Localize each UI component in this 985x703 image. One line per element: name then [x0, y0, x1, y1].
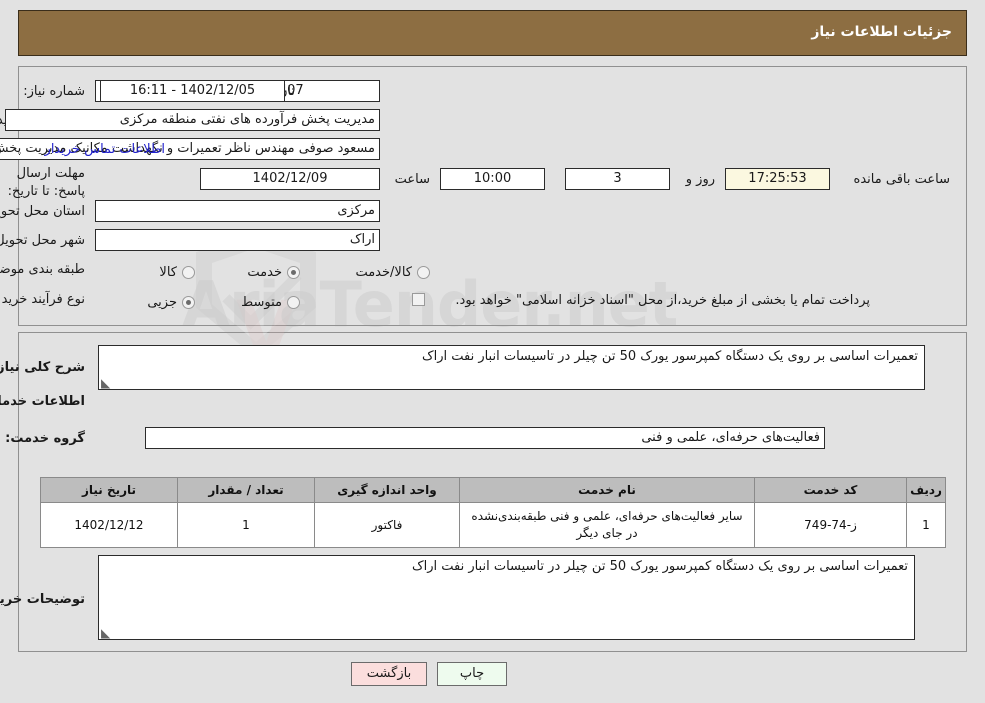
province-label: استان محل تحویل:: [0, 204, 85, 219]
treasury-bond-checkbox[interactable]: [412, 293, 425, 306]
buyer-contact-link[interactable]: اطلاعات تماس خریدار: [45, 142, 165, 157]
category-radio-goods-service[interactable]: کالا/خدمت: [355, 262, 430, 281]
service-group-field[interactable]: فعالیت‌های حرفه‌ای، علمی و فنی: [145, 427, 825, 449]
remaining-days-field[interactable]: 3: [565, 168, 670, 190]
city-field[interactable]: اراک: [95, 229, 380, 251]
category-radio-service[interactable]: خدمت: [247, 262, 300, 281]
col-code: کد خدمت: [754, 477, 907, 503]
table-header-row: ردیف کد خدمت نام خدمت واحد اندازه گیری ت…: [40, 477, 946, 503]
resize-grip-icon[interactable]: ◢: [101, 376, 113, 389]
cell-qty: 1: [177, 502, 315, 548]
services-section-title: اطلاعات خدمات مورد نیاز: [0, 394, 85, 409]
col-name: نام خدمت: [459, 477, 755, 503]
hour-field[interactable]: 10:00: [440, 168, 545, 190]
col-need-date: تاریخ نیاز: [40, 477, 178, 503]
cell-need-date: 1402/12/12: [40, 502, 178, 548]
table-row: 1 ز-74-749 سایر فعالیت‌های حرفه‌ای، علمی…: [40, 502, 946, 548]
cell-name: سایر فعالیت‌های حرفه‌ای، علمی و فنی طبقه…: [459, 502, 755, 548]
cell-unit: فاکتور: [314, 502, 460, 548]
purchase-type-label: نوع فرآیند خرید :: [0, 292, 85, 307]
general-description-textarea[interactable]: تعمیرات اساسی بر روی یک دستگاه کمپرسور ی…: [98, 345, 925, 390]
purchase-radio-medium-label: متوسط: [241, 295, 282, 310]
page-title: جزئیات اطلاعات نیاز: [811, 24, 952, 40]
general-description-text: تعمیرات اساسی بر روی یک دستگاه کمپرسور ی…: [421, 349, 918, 364]
general-description-label: شرح کلی نیاز:: [0, 360, 85, 375]
category-radio-goods-service-label: کالا/خدمت: [355, 265, 412, 280]
category-radio-goods[interactable]: کالا: [159, 262, 195, 281]
buyer-notes-text: تعمیرات اساسی بر روی یک دستگاه کمپرسور ی…: [411, 559, 908, 574]
category-label: طبقه بندی موضوعی:: [0, 262, 85, 277]
buyer-notes-textarea[interactable]: تعمیرات اساسی بر روی یک دستگاه کمپرسور ی…: [98, 555, 915, 640]
page-root: V AriaTender.net جزئیات اطلاعات نیاز شما…: [0, 0, 985, 703]
buyer-org-field[interactable]: مدیریت پخش فرآورده های نفتی منطقه مرکزی: [5, 109, 380, 131]
countdown-field: 17:25:53: [725, 168, 830, 190]
resize-grip-icon[interactable]: ◢: [101, 626, 113, 639]
radio-indicator[interactable]: [287, 296, 300, 309]
province-field[interactable]: مرکزی: [95, 200, 380, 222]
service-group-label: گروه خدمت:: [5, 431, 85, 446]
days-label: روز و: [685, 172, 715, 187]
category-radio-goods-label: کالا: [159, 265, 177, 280]
need-number-label: شماره نیاز:: [23, 84, 85, 99]
buyer-notes-label: توضیحات خریدار:: [0, 592, 85, 607]
radio-indicator[interactable]: [182, 296, 195, 309]
category-radio-service-label: خدمت: [247, 265, 282, 280]
deadline-label: مهلت ارسال پاسخ: تا تاریخ:: [7, 166, 85, 199]
purchase-radio-medium[interactable]: متوسط: [241, 292, 300, 311]
col-unit: واحد اندازه گیری: [314, 477, 460, 503]
services-table: ردیف کد خدمت نام خدمت واحد اندازه گیری ت…: [40, 477, 946, 548]
countdown-label: ساعت باقی مانده: [853, 172, 950, 187]
cell-row: 1: [906, 502, 946, 548]
radio-indicator[interactable]: [287, 266, 300, 279]
hour-label: ساعت: [394, 172, 430, 187]
cell-code: ز-74-749: [754, 502, 907, 548]
radio-indicator[interactable]: [417, 266, 430, 279]
treasury-bond-note: پرداخت تمام یا بخشی از مبلغ خرید،از محل …: [455, 293, 870, 308]
back-button[interactable]: بازگشت: [351, 662, 427, 686]
purchase-radio-minor-label: جزیی: [147, 295, 177, 310]
radio-indicator[interactable]: [182, 266, 195, 279]
col-qty: تعداد / مقدار: [177, 477, 315, 503]
city-label: شهر محل تحویل:: [0, 233, 85, 248]
page-header-bar: جزئیات اطلاعات نیاز: [18, 10, 967, 56]
print-button[interactable]: چاپ: [437, 662, 507, 686]
need-summary-panel: [18, 66, 967, 326]
purchase-radio-minor[interactable]: جزیی: [147, 292, 195, 311]
col-row: ردیف: [906, 477, 946, 503]
deadline-date-field[interactable]: 1402/12/09: [200, 168, 380, 190]
announcement-datetime-field[interactable]: 1402/12/05 - 16:11: [100, 80, 285, 102]
